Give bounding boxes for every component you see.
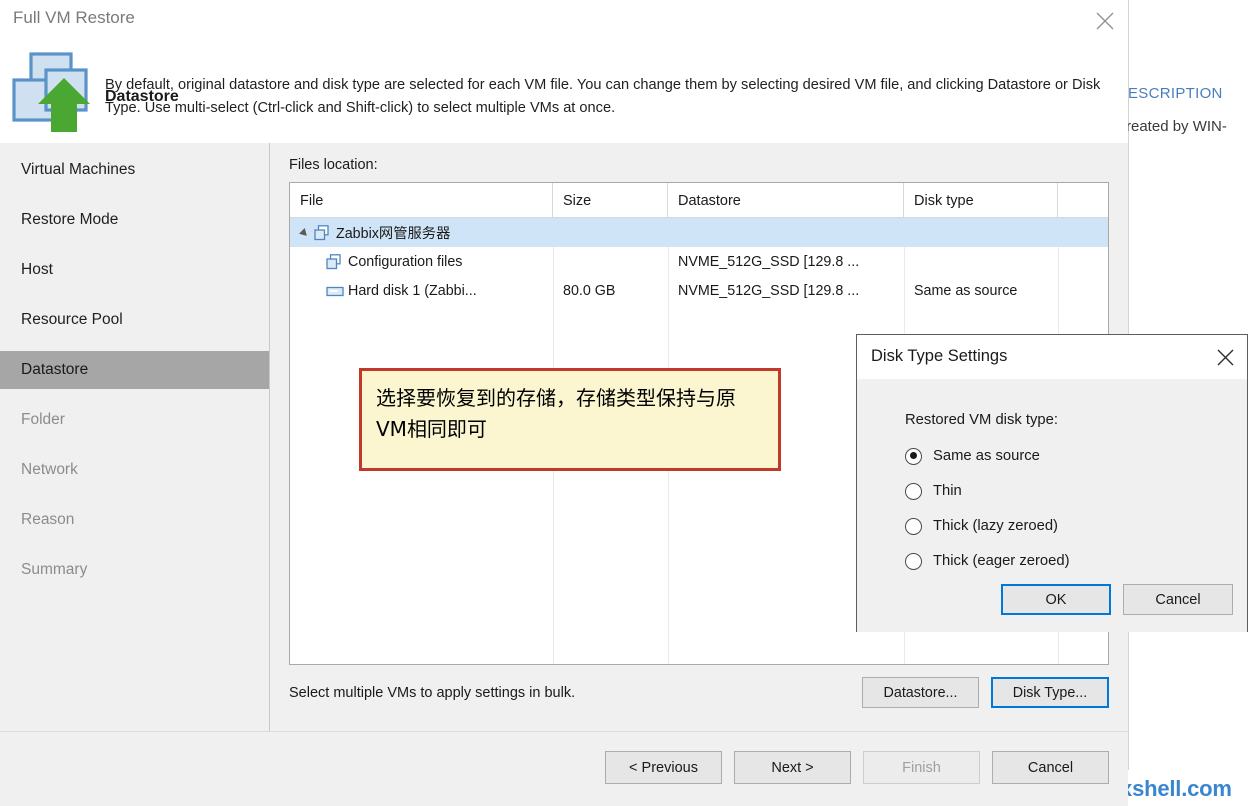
sidebar-item-label: Datastore [21,361,89,378]
close-icon[interactable] [1207,341,1243,373]
vm-icon [314,224,332,241]
disk-type-button[interactable]: Disk Type... [991,677,1109,708]
window-title: Full VM Restore [13,8,135,27]
cell-datastore [668,218,904,247]
column-label: File [300,192,324,209]
bulk-settings-note: Select multiple VMs to apply settings in… [289,685,576,701]
cell-disk-type [904,218,1058,247]
table-header-row: File Size Datastore Disk type [290,183,1108,218]
sidebar-item-host[interactable]: Host [0,251,269,289]
column-label: Disk type [914,192,974,209]
disk-type-settings-dialog: Disk Type Settings Restored VM disk type… [856,334,1248,632]
previous-button[interactable]: < Previous [605,751,722,784]
chevron-down-icon[interactable] [298,226,312,240]
file-name: Configuration files [348,253,463,270]
table-row[interactable]: Configuration files NVME_512G_SSD [129.8… [290,247,1108,276]
dialog-cancel-button[interactable]: Cancel [1123,584,1233,615]
radio-thin[interactable]: Thin [905,479,962,503]
wizard-header: Datastore By default, original datastore… [0,40,1128,143]
sidebar-item-restore-mode[interactable]: Restore Mode [0,201,269,239]
sidebar-item-label: Virtual Machines [21,161,136,178]
column-header-disk-type[interactable]: Disk type [904,183,1058,218]
datastore-restore-icon [8,48,98,136]
radio-indicator [905,447,922,465]
table-row[interactable]: Zabbix网管服务器 [290,218,1108,247]
hard-disk-icon [326,284,344,298]
files-location-label: Files location: [289,157,378,173]
sidebar-item-folder[interactable]: Folder [0,401,269,439]
ok-button[interactable]: OK [1001,584,1111,615]
wizard-step-sidebar: Virtual Machines Restore Mode Host Resou… [0,143,270,731]
sidebar-item-summary[interactable]: Summary [0,551,269,589]
finish-button: Finish [863,751,980,784]
page-description: By default, original datastore and disk … [105,77,1101,116]
radio-same-as-source[interactable]: Same as source [905,444,1040,468]
column-header-size[interactable]: Size [553,183,668,218]
radio-label: Same as source [933,448,1040,464]
cell-file: Zabbix网管服务器 [290,218,553,247]
close-icon[interactable] [1082,0,1128,38]
sidebar-item-resource-pool[interactable]: Resource Pool [0,301,269,339]
radio-thick-lazy-zeroed[interactable]: Thick (lazy zeroed) [905,514,1058,538]
column-header-spacer [1058,183,1108,218]
column-label: Size [563,192,592,209]
sidebar-item-reason[interactable]: Reason [0,501,269,539]
cell-size [553,247,668,276]
cell-file: Hard disk 1 (Zabbi... [290,276,553,305]
datastore-button[interactable]: Datastore... [862,677,979,708]
file-name: Zabbix网管服务器 [336,226,451,242]
window-titlebar: Full VM Restore [0,0,1128,40]
radio-thick-eager-zeroed[interactable]: Thick (eager zeroed) [905,549,1070,573]
column-header-file[interactable]: File [290,183,553,218]
sidebar-item-datastore[interactable]: Datastore [0,351,269,389]
cell-disk-type: Same as source [914,282,1018,299]
radio-label: Thin [933,483,962,499]
sidebar-item-virtual-machines[interactable]: Virtual Machines [0,151,269,189]
restored-vm-disk-type-label: Restored VM disk type: [905,412,1058,428]
cell-size [553,218,668,247]
sidebar-item-network[interactable]: Network [0,451,269,489]
radio-label: Thick (lazy zeroed) [933,518,1058,534]
cell-file: Configuration files [290,247,553,276]
vm-icon [326,253,344,270]
dialog-title: Disk Type Settings [871,347,1008,365]
wizard-footer: < Previous Next > Finish Cancel [0,731,1128,806]
dialog-titlebar: Disk Type Settings [857,335,1247,379]
column-header-datastore[interactable]: Datastore [668,183,904,218]
radio-indicator [905,482,922,500]
background-description-text: reated by WIN- [1126,118,1227,135]
radio-label: Thick (eager zeroed) [933,553,1070,569]
cell-size: 80.0 GB [563,282,616,299]
sidebar-item-label: Restore Mode [21,211,119,228]
radio-indicator [905,552,922,570]
cell-datastore: NVME_512G_SSD [129.8 ... [678,282,860,299]
next-button[interactable]: Next > [734,751,851,784]
sidebar-item-label: Summary [21,561,88,578]
column-label: Datastore [678,192,741,209]
sidebar-item-label: Host [21,261,53,278]
annotation-callout: 选择要恢复到的存储，存储类型保持与原VM相同即可 [359,368,781,471]
radio-indicator [905,517,922,535]
background-description-label: ESCRIPTION [1128,85,1223,102]
sidebar-item-label: Reason [21,511,75,528]
sidebar-item-label: Resource Pool [21,311,123,328]
cell-datastore: NVME_512G_SSD [129.8 ... [678,253,860,270]
dialog-body: Restored VM disk type: Same as source Th… [857,379,1247,632]
cell-disk-type [904,247,1058,276]
cancel-button[interactable]: Cancel [992,751,1109,784]
sidebar-item-label: Network [21,461,78,478]
file-name: Hard disk 1 (Zabbi... [348,282,477,299]
table-row[interactable]: Hard disk 1 (Zabbi... 80.0 GB NVME_512G_… [290,276,1108,305]
sidebar-item-label: Folder [21,411,65,428]
